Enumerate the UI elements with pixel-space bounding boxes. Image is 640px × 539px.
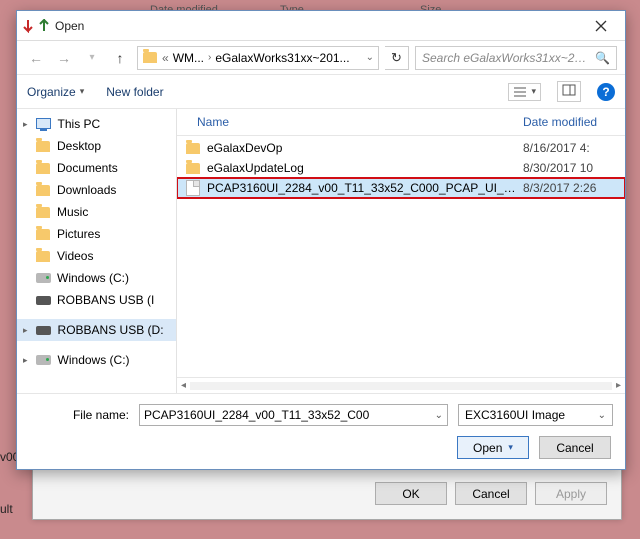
chevron-down-icon: ⌄ [598, 410, 606, 421]
drive-icon [35, 270, 51, 286]
close-button[interactable] [583, 15, 619, 37]
new-folder-button[interactable]: New folder [106, 85, 163, 99]
address-part1: WM... [173, 51, 204, 65]
file-type-filter[interactable]: EXC3160UI Image ⌄ [458, 404, 613, 426]
preview-pane-button[interactable] [557, 81, 581, 102]
search-box[interactable]: Search eGalaxWorks31xx~201... 🔍 [415, 46, 617, 70]
address-bar[interactable]: « WM... › eGalaxWorks31xx~201... ⌄ [137, 46, 379, 70]
column-headers[interactable]: Name Date modified [177, 109, 625, 136]
address-part2: eGalaxWorks31xx~201... [215, 51, 349, 65]
bg-label-2: ult [0, 502, 13, 516]
sidebar-item[interactable]: Music [17, 201, 176, 223]
file-row[interactable]: eGalaxDevOp8/16/2017 4: [177, 138, 625, 158]
file-icon [185, 180, 201, 196]
search-icon: 🔍 [595, 51, 610, 65]
dialog-footer: File name: PCAP3160UI_2284_v00_T11_33x52… [17, 393, 625, 469]
close-icon [595, 20, 607, 32]
history-dropdown[interactable]: ▾ [81, 47, 103, 69]
sidebar-item[interactable]: Videos [17, 245, 176, 267]
sidebar-item[interactable]: Pictures [17, 223, 176, 245]
chevron-down-icon: ▾ [80, 86, 85, 97]
horizontal-scrollbar[interactable]: ◂▸ [177, 377, 625, 393]
open-button[interactable]: Open ▾ [457, 436, 529, 459]
organize-menu[interactable]: Organize ▾ [27, 85, 84, 99]
col-name[interactable]: Name [197, 115, 523, 129]
drive-icon [35, 292, 51, 308]
dialog-title: Open [55, 19, 84, 33]
folder-icon [35, 160, 51, 176]
folder-icon [35, 204, 51, 220]
sidebar-item[interactable]: Documents [17, 157, 176, 179]
help-button[interactable]: ? [597, 83, 615, 101]
sidebar-item[interactable]: Downloads [17, 179, 176, 201]
col-date[interactable]: Date modified [523, 115, 617, 129]
sidebar-drive[interactable]: Windows (C:) [17, 267, 176, 289]
folder-icon [35, 182, 51, 198]
file-list[interactable]: eGalaxDevOp8/16/2017 4:eGalaxUpdateLog8/… [177, 136, 625, 377]
toolbar: Organize ▾ New folder ▾ ? [17, 75, 625, 109]
chevron-down-icon[interactable]: ⌄ [366, 52, 374, 63]
search-placeholder: Search eGalaxWorks31xx~201... [422, 51, 589, 65]
nav-row: ← → ▾ ↑ « WM... › eGalaxWorks31xx~201...… [17, 41, 625, 75]
chevron-down-icon[interactable]: ⌄ [435, 410, 443, 421]
cancel-button[interactable]: Cancel [539, 436, 611, 459]
pc-icon [36, 116, 52, 132]
view-switcher[interactable]: ▾ [508, 83, 541, 101]
sidebar-item[interactable]: Desktop [17, 135, 176, 157]
open-dialog-icon [23, 19, 49, 33]
folder-icon [35, 226, 51, 242]
filename-input[interactable]: PCAP3160UI_2284_v00_T11_33x52_C00 ⌄ [139, 404, 448, 426]
refresh-button[interactable]: ↻ [385, 46, 409, 70]
usb-icon [36, 322, 52, 338]
back-apply-button: Apply [535, 482, 607, 505]
folder-icon [35, 248, 51, 264]
sidebar-usb[interactable]: ROBBANS USB (D: [17, 319, 176, 341]
sidebar[interactable]: This PC DesktopDocumentsDownloadsMusicPi… [17, 109, 177, 393]
folder-icon [142, 50, 158, 66]
up-arrow[interactable]: ↑ [109, 47, 131, 69]
back-ok-button[interactable]: OK [375, 482, 447, 505]
back-arrow[interactable]: ← [25, 47, 47, 69]
sidebar-windows-c[interactable]: Windows (C:) [17, 349, 176, 371]
file-row[interactable]: PCAP3160UI_2284_v00_T11_33x52_C000_PCAP_… [177, 178, 625, 198]
file-row[interactable]: eGalaxUpdateLog8/30/2017 10 [177, 158, 625, 178]
folder-icon [185, 160, 201, 176]
filename-label: File name: [29, 408, 129, 422]
details-view-icon [513, 86, 527, 98]
preview-pane-icon [562, 84, 576, 96]
folder-icon [35, 138, 51, 154]
sidebar-drive[interactable]: ROBBANS USB (I [17, 289, 176, 311]
folder-icon [185, 140, 201, 156]
sidebar-this-pc[interactable]: This PC [17, 113, 176, 135]
titlebar[interactable]: Open [17, 11, 625, 41]
back-cancel-button[interactable]: Cancel [455, 482, 527, 505]
open-dialog: Open ← → ▾ ↑ « WM... › eGalaxWorks31xx~2… [16, 10, 626, 470]
file-pane: Name Date modified eGalaxDevOp8/16/2017 … [177, 109, 625, 393]
drive-icon [36, 352, 52, 368]
forward-arrow: → [53, 47, 75, 69]
